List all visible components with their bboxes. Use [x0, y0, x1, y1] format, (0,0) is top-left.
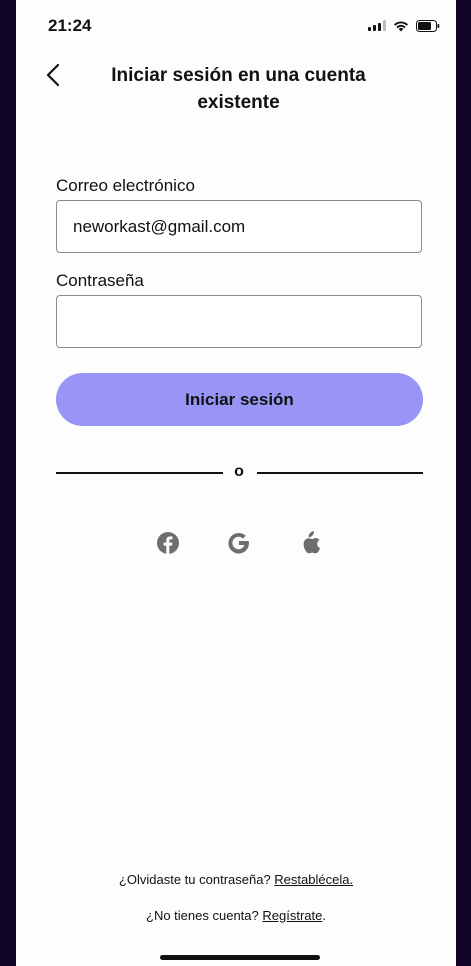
wifi-icon: [394, 21, 408, 32]
google-icon: [228, 532, 250, 554]
forgot-password-line: ¿Olvidaste tu contraseña? Restablécela.: [16, 872, 456, 887]
facebook-login-button[interactable]: [154, 529, 182, 557]
email-field-container: [56, 200, 422, 253]
password-field-container: [56, 295, 422, 348]
battery-icon: [416, 19, 440, 32]
home-indicator[interactable]: [160, 955, 320, 960]
status-icons: [368, 19, 440, 32]
status-time: 21:24: [48, 16, 92, 35]
password-field[interactable]: [57, 296, 421, 347]
google-login-button[interactable]: [225, 529, 253, 557]
register-line: ¿No tienes cuenta? Regístrate.: [16, 908, 456, 923]
cellular-signal-icon: [368, 20, 386, 31]
chevron-left-icon: [46, 63, 60, 87]
facebook-icon: [157, 532, 179, 554]
apple-icon: [303, 531, 321, 554]
or-divider: o: [56, 463, 423, 484]
header: Iniciar sesión en una cuenta existente: [16, 58, 456, 118]
phone-screen: 21:24 Iniciar sesión en una cuenta exist…: [16, 0, 456, 966]
password-label: Contraseña: [56, 271, 144, 290]
status-bar: 21:24: [16, 0, 456, 50]
page-title: Iniciar sesión en una cuenta existente: [111, 65, 366, 113]
register-text: ¿No tienes cuenta?: [146, 908, 259, 923]
divider-line-right: [257, 472, 423, 474]
register-link[interactable]: Regístrate: [262, 908, 322, 923]
forgot-password-text: ¿Olvidaste tu contraseña?: [118, 872, 271, 887]
email-field[interactable]: [57, 201, 421, 252]
back-button[interactable]: [38, 60, 68, 90]
login-button[interactable]: Iniciar sesión: [56, 373, 423, 426]
apple-login-button[interactable]: [296, 529, 324, 557]
register-suffix: .: [322, 908, 326, 923]
social-login-row: [16, 529, 456, 557]
reset-password-link[interactable]: Restablécela.: [274, 872, 353, 887]
divider-line-left: [56, 472, 223, 474]
email-label: Correo electrónico: [56, 176, 195, 195]
divider-text: o: [234, 463, 244, 480]
